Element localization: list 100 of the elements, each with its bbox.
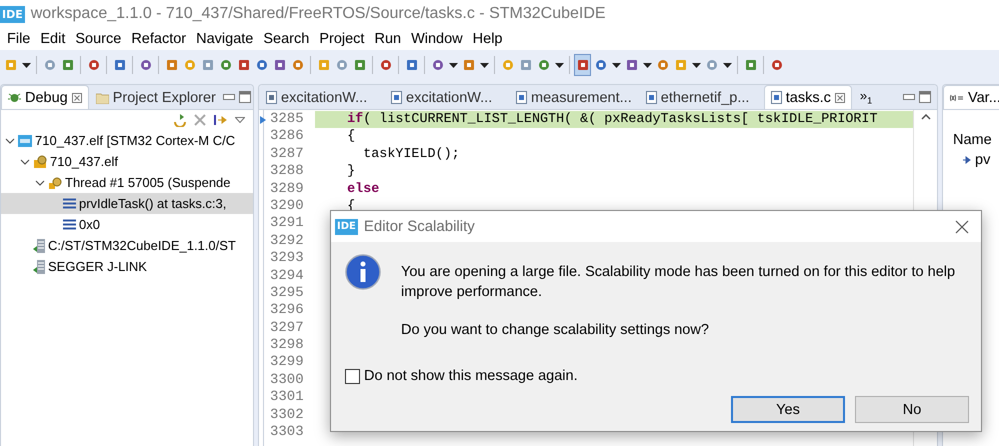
menu-item[interactable]: File [2,31,36,47]
line-number: 3300 [269,372,305,390]
editor-tab[interactable]: ethernetif_p... [638,85,764,109]
line-number: 3296 [269,302,305,320]
line-number: 3290 [269,198,305,216]
tool-icon [518,58,532,72]
close-icon[interactable] [834,92,845,102]
tool-icon [770,58,784,72]
code-line: else [346,180,380,198]
tool-icon [182,58,196,72]
tool-icon [744,58,758,72]
tree-item[interactable]: 710_437.elf [1,151,253,172]
tree-item[interactable]: 710_437.elf [STM32 Cortex-M C/C [1,130,253,151]
dialog-button[interactable]: No [855,396,969,423]
tool-icon [236,58,250,72]
tab-label: ethernetif_p... [660,90,750,106]
menu-item[interactable]: Edit [35,31,70,47]
stack-frame-icon [63,219,76,230]
panel-tab[interactable]: Debug [1,85,89,109]
tool-icon [4,58,18,72]
tool-icon [254,58,268,72]
menu-item[interactable]: Source [70,31,126,47]
stack-frame-icon [63,198,76,209]
menu-item[interactable]: Refactor [126,31,192,47]
tree-item[interactable]: 0x0 [1,214,253,235]
menu-item[interactable]: Search [258,31,314,47]
dialog-button[interactable]: Yes [731,396,845,423]
editor-tab[interactable]: excitationW... [259,85,384,109]
tree-item[interactable]: Thread #1 57005 (Suspende [1,172,253,193]
window-title: workspace_1.1.0 - 710_437/Shared/FreeRTOS/Source/tasks.c - STM32CubeIDE [30,5,606,23]
tool-icon [200,58,214,72]
tool-icon [112,58,126,72]
menu-item[interactable]: Help [468,31,508,47]
line-number: 3301 [269,389,305,407]
tab-label: tasks.c [786,90,831,106]
tree-item[interactable]: C:/ST/STM32CubeIDE_1.1.0/ST [1,235,253,256]
tool-icon [500,58,514,72]
variable-name: pv [975,152,990,168]
line-number: 3297 [269,320,305,338]
caret-icon [480,62,488,68]
editor-tab[interactable]: measurement... [509,85,639,109]
tool-icon [404,58,418,72]
menu-item[interactable]: Run [369,31,406,47]
menu-item[interactable]: Navigate [191,31,258,47]
tree-item[interactable]: SEGGER J-LINK [1,256,253,277]
line-number: 3295 [269,284,305,302]
caret-icon [692,62,700,68]
tab-label: Project Explorer [112,90,216,106]
tree-label: 710_437.elf [50,154,118,169]
tree-label: 710_437.elf [STM32 Cortex-M C/C [35,133,236,148]
tool-icon [290,58,304,72]
tree-label: C:/ST/STM32CubeIDE_1.1.0/ST [48,238,236,253]
server-icon [33,238,45,252]
tool-icon [378,58,392,72]
tool-icon [536,58,550,72]
tool-icon [316,58,330,72]
c-file-icon [646,91,657,104]
expand-icon[interactable] [5,136,15,146]
line-number: 3298 [269,337,305,354]
tree-label: prvIdleTask() at tasks.c:3, [79,196,226,211]
tree-item[interactable]: prvIdleTask() at tasks.c:3, [1,193,253,214]
server-icon [33,260,45,274]
panel-tab[interactable]: Project Explorer [88,85,223,109]
menu-item[interactable]: Window [406,31,468,47]
editor-tab[interactable]: excitationW... [384,85,509,109]
line-number: 3293 [269,250,305,268]
tool-icon [272,58,286,72]
step-icon[interactable] [213,113,229,127]
line-number: 3286 [269,128,305,146]
scroll-up-icon[interactable] [920,114,930,120]
expand-icon[interactable] [20,156,30,166]
c-file-icon [391,91,402,104]
close-icon[interactable] [955,220,969,234]
restart-icon[interactable] [173,113,187,127]
code-line: } [346,163,356,181]
thread-icon [48,176,62,190]
editor-tab[interactable]: tasks.c [764,85,852,109]
caret-icon [722,62,732,68]
line-number: 3291 [269,215,305,233]
toolbar-button[interactable] [574,54,591,76]
expand-icon[interactable] [35,178,45,188]
more-tabs[interactable]: »$_{1}$ [860,88,872,106]
minimize-icon[interactable] [903,94,915,100]
view-menu-icon[interactable] [235,117,245,123]
checkbox[interactable] [345,368,360,384]
line-number: 3302 [269,406,305,424]
caret-icon [22,62,30,68]
line-number: 3294 [269,268,305,285]
menu-item[interactable]: Project [314,31,370,47]
tool-icon [138,58,152,72]
close-icon[interactable] [72,92,82,102]
tool-icon [624,58,638,72]
maximize-icon[interactable] [919,91,931,103]
folder-icon [96,92,109,104]
c-file-icon [516,91,527,104]
tool-icon [704,58,718,72]
maximize-icon[interactable] [238,91,251,103]
tool-icon [86,58,100,72]
minimize-icon[interactable] [222,94,235,100]
tool-icon [334,58,348,72]
